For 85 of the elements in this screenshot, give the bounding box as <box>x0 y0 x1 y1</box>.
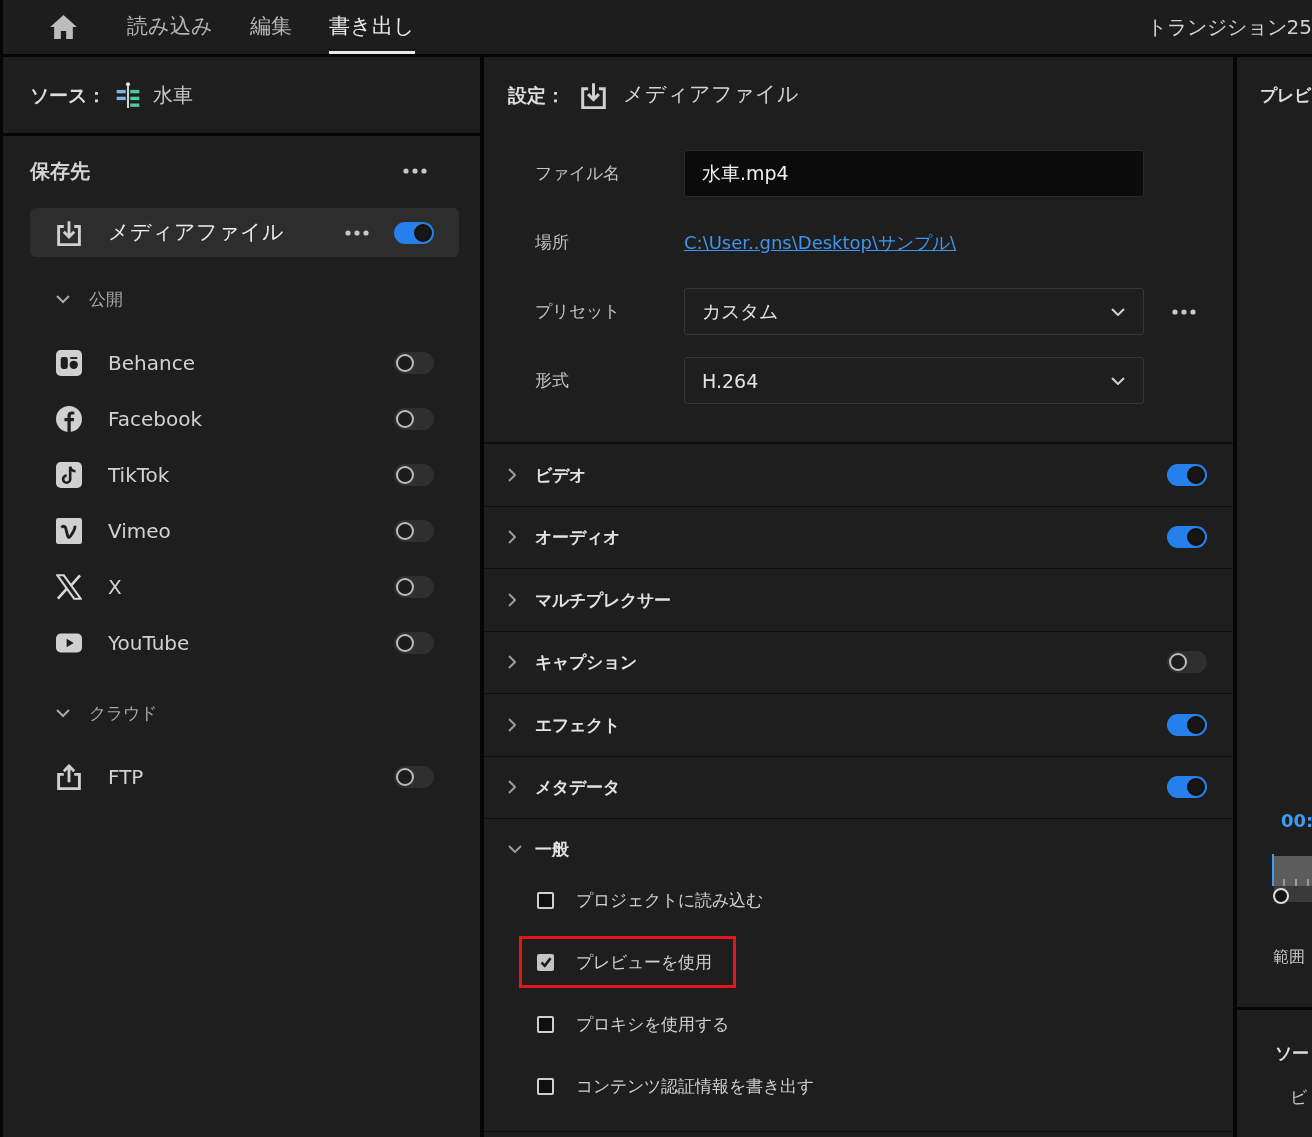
field-label: 場所 <box>535 232 570 253</box>
field-label: ファイル名 <box>535 163 621 184</box>
chevron-icon[interactable] <box>56 292 70 306</box>
field-label: 形式 <box>535 370 570 391</box>
chevron-down-icon <box>1111 376 1125 385</box>
toggle-switch[interactable] <box>394 408 434 430</box>
toggle-switch[interactable] <box>1167 526 1207 549</box>
chevron-down-icon <box>1111 307 1125 316</box>
group-label: 公開 <box>89 288 123 310</box>
group-label: クラウド <box>89 702 157 724</box>
option-label: プロキシを使用する <box>576 1013 729 1035</box>
tab[interactable]: 編集 <box>250 0 292 54</box>
destination-label: メディアファイル <box>108 219 285 246</box>
file-name-field[interactable]: 水車.mp4 <box>684 150 1144 197</box>
toggle-switch[interactable] <box>394 464 434 486</box>
range-label: 範囲 <box>1273 947 1305 967</box>
checkbox[interactable] <box>537 1015 554 1033</box>
section-title: 保存先 <box>30 159 90 183</box>
toggle-switch[interactable] <box>1167 776 1207 799</box>
location-link[interactable]: C:\User..gns\Desktop\サンプル\ <box>684 231 957 254</box>
destination-label: Behance <box>108 351 196 375</box>
chevron-icon[interactable] <box>508 592 516 607</box>
more-icon[interactable] <box>345 229 369 236</box>
x-logo-icon <box>56 574 82 600</box>
source-info-text: ビ <box>1290 1086 1307 1108</box>
timecode: 00: <box>1281 810 1312 832</box>
section-label: 一般 <box>535 838 570 860</box>
v-tile-icon <box>56 518 82 544</box>
toggle-switch[interactable] <box>394 632 434 654</box>
chevron-icon[interactable] <box>508 845 522 853</box>
more-icon[interactable] <box>403 168 427 174</box>
panel-title: ソー <box>1275 1042 1309 1064</box>
toggle-switch[interactable] <box>394 576 434 598</box>
toggle-switch[interactable] <box>394 766 434 788</box>
toggle-switch[interactable] <box>394 520 434 542</box>
selected-row[interactable]: メディアファイル <box>30 208 459 257</box>
option-label: プレビューを使用 <box>576 951 712 973</box>
more-icon[interactable] <box>1172 308 1196 315</box>
tab[interactable]: 読み込み <box>127 0 213 54</box>
destination-label: FTP <box>108 765 145 789</box>
section-label: キャプション <box>535 652 638 673</box>
destination-label: Vimeo <box>108 519 172 543</box>
upload-icon <box>56 764 82 790</box>
project-title: トランジション25 <box>1146 15 1312 39</box>
option-label: コンテンツ認証情報を書き出す <box>576 1075 814 1097</box>
section-label: メタデータ <box>535 777 621 798</box>
source-name: 水車 <box>153 83 193 107</box>
toggle-switch[interactable] <box>1167 463 1207 486</box>
section-label: ビデオ <box>535 464 587 485</box>
dropdown[interactable]: H.264 <box>684 357 1144 404</box>
destination-label: YouTube <box>108 631 191 655</box>
section-label: マルチプレクサー <box>535 589 672 610</box>
sequence-icon <box>116 82 140 108</box>
panel-label: 設定： <box>508 83 565 107</box>
tab[interactable]: 書き出し <box>329 0 415 54</box>
chevron-icon[interactable] <box>56 706 70 720</box>
destination-label: Facebook <box>108 407 203 431</box>
field-label: プリセット <box>535 301 621 322</box>
checkbox[interactable] <box>537 1077 554 1095</box>
checkbox[interactable] <box>537 953 554 971</box>
dropdown[interactable]: カスタム <box>684 288 1144 335</box>
music-note-tile-icon <box>56 462 82 488</box>
download-tray-icon <box>581 81 606 109</box>
toggle-switch[interactable] <box>1167 651 1207 674</box>
chevron-icon[interactable] <box>508 780 516 795</box>
panel-label: ソース： <box>30 83 106 107</box>
chevron-icon[interactable] <box>508 717 516 732</box>
destination-label: TikTok <box>108 463 171 487</box>
panel-title: プレビ <box>1260 84 1311 106</box>
chevron-icon[interactable] <box>508 655 516 670</box>
f-circle-icon <box>56 406 82 432</box>
toggle-switch[interactable] <box>1167 713 1207 736</box>
section-label: エフェクト <box>535 714 621 735</box>
home-icon[interactable] <box>50 15 77 39</box>
checkbox[interactable] <box>537 891 554 909</box>
download-tray-icon <box>56 219 82 246</box>
option-label: プロジェクトに読み込む <box>576 889 763 911</box>
be-tile-icon <box>56 350 82 376</box>
settings-target: メディアファイル <box>623 82 799 108</box>
chevron-icon[interactable] <box>508 467 516 482</box>
section-label: オーディオ <box>535 527 621 548</box>
toggle-switch[interactable] <box>394 221 434 244</box>
toggle-switch[interactable] <box>394 352 434 374</box>
destination-label: X <box>108 575 123 599</box>
chevron-icon[interactable] <box>508 530 516 545</box>
